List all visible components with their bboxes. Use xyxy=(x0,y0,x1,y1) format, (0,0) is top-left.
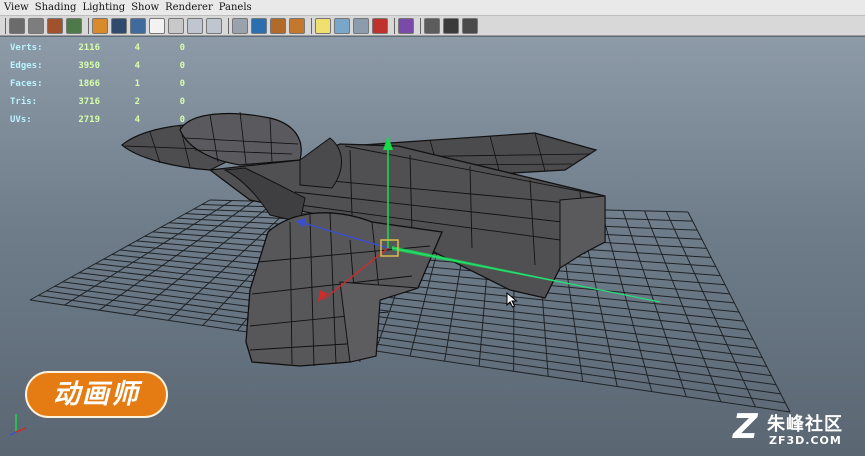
toolbar-separator xyxy=(88,17,89,34)
panel-toolbar xyxy=(0,16,865,36)
panel-menu-bar: View Shading Lighting Show Renderer Pane… xyxy=(0,0,865,16)
screen-space-icon[interactable] xyxy=(462,17,478,34)
zf3d-watermark: Z 朱峰社区 ZF3D.COM xyxy=(733,408,865,456)
watermark-logo-glyph: Z xyxy=(733,407,758,447)
resolution-gate-icon[interactable] xyxy=(130,17,146,34)
isolate-select-icon[interactable] xyxy=(398,17,414,34)
hud-value: 0 xyxy=(179,97,185,107)
hud-value: 1866 xyxy=(78,79,100,89)
textured-icon[interactable] xyxy=(289,17,305,34)
lights-icon[interactable] xyxy=(315,17,331,34)
toolbar-separator xyxy=(311,17,312,34)
toolbar-separator xyxy=(228,17,229,34)
toolbar-separator xyxy=(394,17,395,34)
menu-lighting[interactable]: Lighting xyxy=(82,0,125,15)
mouse-cursor-icon xyxy=(506,292,518,308)
grid-line xyxy=(79,272,763,358)
menu-renderer[interactable]: Renderer xyxy=(165,0,213,15)
animator-logo-badge: 动画师 xyxy=(25,371,168,418)
hud-value: 0 xyxy=(179,115,185,125)
safe-title-icon[interactable] xyxy=(206,17,222,34)
hud-row-verts: Verts: 2116 4 0 xyxy=(10,39,185,57)
smooth-shade-icon[interactable] xyxy=(251,17,267,34)
hud-label: UVs: xyxy=(10,115,32,125)
safe-action-icon[interactable] xyxy=(187,17,203,34)
hud-value: 0 xyxy=(179,61,185,71)
hud-label: Faces: xyxy=(10,79,43,89)
menu-show[interactable]: Show xyxy=(131,0,159,15)
image-plane-icon[interactable] xyxy=(47,17,63,34)
2d-pan-icon[interactable] xyxy=(66,17,82,34)
grid-line xyxy=(54,285,777,386)
menu-shading[interactable]: Shading xyxy=(35,0,77,15)
hud-value: 0 xyxy=(179,43,185,53)
menu-panels[interactable]: Panels xyxy=(219,0,252,15)
grid-icon[interactable] xyxy=(92,17,108,34)
watermark-url: ZF3D.COM xyxy=(769,434,842,447)
camera-attributes-icon[interactable] xyxy=(9,17,25,34)
ambient-occlusion-icon[interactable] xyxy=(353,17,369,34)
poly-count-hud: Verts: 2116 4 0 Edges: 3950 4 0 Faces: 1… xyxy=(10,39,185,129)
wireframe-icon[interactable] xyxy=(232,17,248,34)
hud-value: 2 xyxy=(134,97,140,107)
hud-value: 4 xyxy=(134,61,140,71)
default-material-icon[interactable] xyxy=(270,17,286,34)
hud-row-uvs: UVs: 2719 4 0 xyxy=(10,111,185,129)
hud-label: Tris: xyxy=(10,97,38,107)
hud-row-tris: Tris: 3716 2 0 xyxy=(10,93,185,111)
hud-icon[interactable] xyxy=(443,17,459,34)
grid-line xyxy=(687,211,791,413)
bookmark-icon[interactable] xyxy=(28,17,44,34)
cockpit-rear xyxy=(299,137,342,189)
maya-viewport-window: View Shading Lighting Show Renderer Pane… xyxy=(0,0,865,456)
hud-value: 0 xyxy=(179,79,185,89)
view-axis-indicator-icon xyxy=(9,414,27,436)
hud-row-edges: Edges: 3950 4 0 xyxy=(10,57,185,75)
shadows-icon[interactable] xyxy=(334,17,350,34)
hud-value: 2719 xyxy=(78,115,100,125)
hud-label: Edges: xyxy=(10,61,43,71)
hud-value: 4 xyxy=(134,115,140,125)
film-gate-icon[interactable] xyxy=(111,17,127,34)
menu-view[interactable]: View xyxy=(4,0,29,15)
hud-value: 3716 xyxy=(78,97,100,107)
watermark-name: 朱峰社区 xyxy=(767,414,843,435)
toolbar-separator xyxy=(5,17,6,34)
high-quality-icon[interactable] xyxy=(424,17,440,34)
gate-mask-icon[interactable] xyxy=(149,17,165,34)
xray-icon[interactable] xyxy=(372,17,388,34)
toolbar-separator xyxy=(420,17,421,34)
hud-row-faces: Faces: 1866 1 0 xyxy=(10,75,185,93)
field-chart-icon[interactable] xyxy=(168,17,184,34)
hud-value: 3950 xyxy=(78,61,100,71)
hud-value: 2116 xyxy=(78,43,100,53)
hud-value: 4 xyxy=(134,43,140,53)
hud-label: Verts: xyxy=(10,43,43,53)
hud-value: 1 xyxy=(134,79,140,89)
